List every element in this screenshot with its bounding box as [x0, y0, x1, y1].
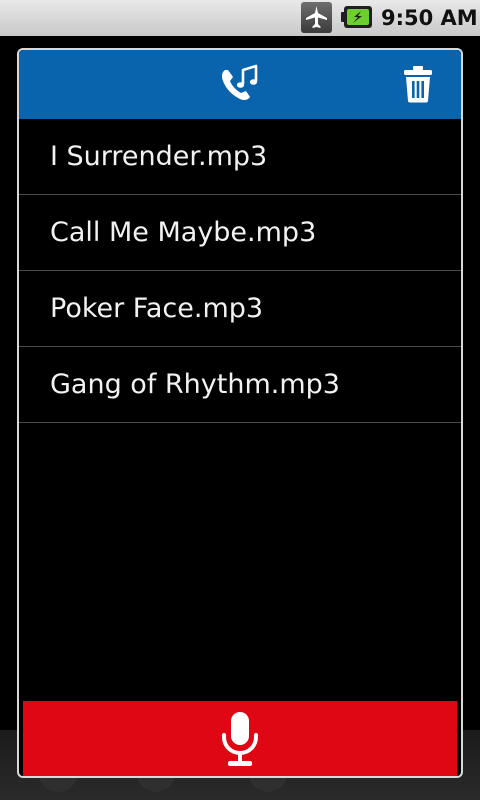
- status-bar: 9:50 AM: [0, 0, 480, 36]
- set-ringtone-button[interactable]: [218, 62, 262, 106]
- battery-charging-icon: [341, 6, 372, 28]
- record-button[interactable]: [23, 701, 457, 776]
- status-time: 9:50 AM: [381, 6, 478, 30]
- recordings-list: I Surrender.mp3 Call Me Maybe.mp3 Poker …: [19, 119, 461, 423]
- screen: 9:50 AM I Surrender.mp3 Call Me Maybe.mp…: [0, 0, 480, 800]
- list-item[interactable]: I Surrender.mp3: [19, 119, 461, 195]
- file-name: Call Me Maybe.mp3: [50, 217, 317, 248]
- list-item[interactable]: Gang of Rhythm.mp3: [19, 347, 461, 423]
- recordings-dialog: I Surrender.mp3 Call Me Maybe.mp3 Poker …: [17, 48, 463, 778]
- dialog-header: [19, 50, 461, 119]
- delete-button[interactable]: [396, 62, 440, 106]
- airplane-mode-icon: [301, 2, 332, 33]
- microphone-icon: [222, 711, 258, 766]
- list-item[interactable]: Poker Face.mp3: [19, 271, 461, 347]
- trash-icon: [404, 66, 432, 103]
- file-name: Gang of Rhythm.mp3: [50, 369, 340, 400]
- file-name: I Surrender.mp3: [50, 141, 268, 172]
- ringtone-icon: [221, 64, 258, 101]
- list-item[interactable]: Call Me Maybe.mp3: [19, 195, 461, 271]
- file-name: Poker Face.mp3: [50, 293, 264, 324]
